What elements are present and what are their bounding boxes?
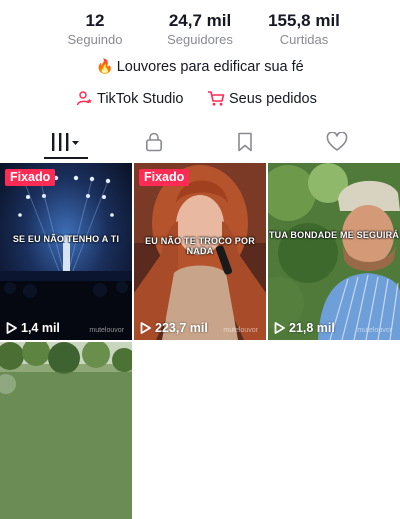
studio-icon bbox=[76, 91, 92, 106]
followers-count: 24,7 mil bbox=[168, 11, 232, 30]
favorites-tab[interactable] bbox=[215, 126, 275, 158]
video-3-caption: TUA BONDADE ME SEGUIRÁ bbox=[268, 230, 400, 240]
watermark: mutelouvor bbox=[89, 327, 124, 334]
video-1-image bbox=[0, 163, 132, 340]
play-icon bbox=[140, 322, 151, 334]
watermark: mutelouvor bbox=[223, 327, 258, 334]
followers-label: Seguidores bbox=[167, 32, 233, 47]
views-text: 1,4 mil bbox=[21, 321, 60, 335]
tiktok-studio-link[interactable]: TikTok Studio bbox=[76, 90, 184, 107]
studio-label: TikTok Studio bbox=[97, 90, 184, 107]
video-thumbnail-4[interactable] bbox=[0, 342, 132, 519]
view-count: 21,8 mil bbox=[274, 321, 335, 335]
followers-stat[interactable]: 24,7 mil Seguidores bbox=[145, 10, 255, 48]
video-thumbnail-3[interactable]: TUA BONDADE ME SEGUIRÁ 21,8 mil mutelouv… bbox=[268, 163, 400, 340]
video-1-caption: SE EU NÃO TENHO A TI bbox=[12, 234, 120, 244]
likes-stat: 155,8 mil Curtidas bbox=[249, 10, 359, 48]
profile-tabs bbox=[0, 126, 400, 160]
private-tab[interactable] bbox=[124, 126, 184, 158]
profile-stats: 12 Seguindo 24,7 mil Seguidores 155,8 mi… bbox=[0, 10, 400, 50]
likes-label: Curtidas bbox=[279, 32, 329, 47]
fire-icon: 🔥 bbox=[96, 58, 114, 74]
cart-icon bbox=[208, 91, 225, 106]
profile-links: TikTok Studio Seus pedidos bbox=[0, 90, 400, 112]
views-text: 21,8 mil bbox=[289, 321, 335, 335]
following-count: 12 bbox=[85, 11, 105, 30]
video-3-image bbox=[268, 163, 400, 340]
video-4-image bbox=[0, 342, 132, 519]
pinned-badge: Fixado bbox=[5, 169, 56, 186]
orders-label: Seus pedidos bbox=[229, 90, 317, 107]
bookmark-icon bbox=[238, 132, 252, 152]
video-thumbnail-1[interactable]: Fixado SE EU NÃO TENHO A TI 1,4 mil mute… bbox=[0, 163, 132, 340]
pinned-badge: Fixado bbox=[139, 169, 190, 186]
view-count: 223,7 mil bbox=[140, 321, 208, 335]
grid-icon bbox=[52, 133, 79, 151]
lock-icon bbox=[145, 132, 162, 152]
liked-tab[interactable] bbox=[307, 126, 367, 158]
video-2-caption: EU NÃO TE TROCO POR NADA bbox=[145, 236, 255, 256]
video-thumbnail-2[interactable]: Fixado EU NÃO TE TROCO POR NADA 223,7 mi… bbox=[134, 163, 266, 340]
play-icon bbox=[6, 322, 17, 334]
orders-link[interactable]: Seus pedidos bbox=[207, 90, 317, 107]
videos-tab[interactable] bbox=[36, 126, 96, 158]
likes-count: 155,8 mil bbox=[268, 11, 340, 30]
active-tab-indicator bbox=[44, 157, 88, 159]
play-icon bbox=[274, 322, 285, 334]
heart-icon bbox=[326, 132, 348, 151]
view-count: 1,4 mil bbox=[6, 321, 60, 335]
views-text: 223,7 mil bbox=[155, 321, 208, 335]
following-label: Seguindo bbox=[67, 32, 123, 47]
bio-text: Louvores para edificar sua fé bbox=[116, 59, 304, 75]
video-grid: Fixado SE EU NÃO TENHO A TI 1,4 mil mute… bbox=[0, 163, 400, 519]
watermark: mutelouvor bbox=[357, 327, 392, 334]
profile-bio: 🔥 Louvores para edificar sua fé bbox=[0, 58, 400, 75]
following-stat[interactable]: 12 Seguindo bbox=[40, 10, 150, 48]
